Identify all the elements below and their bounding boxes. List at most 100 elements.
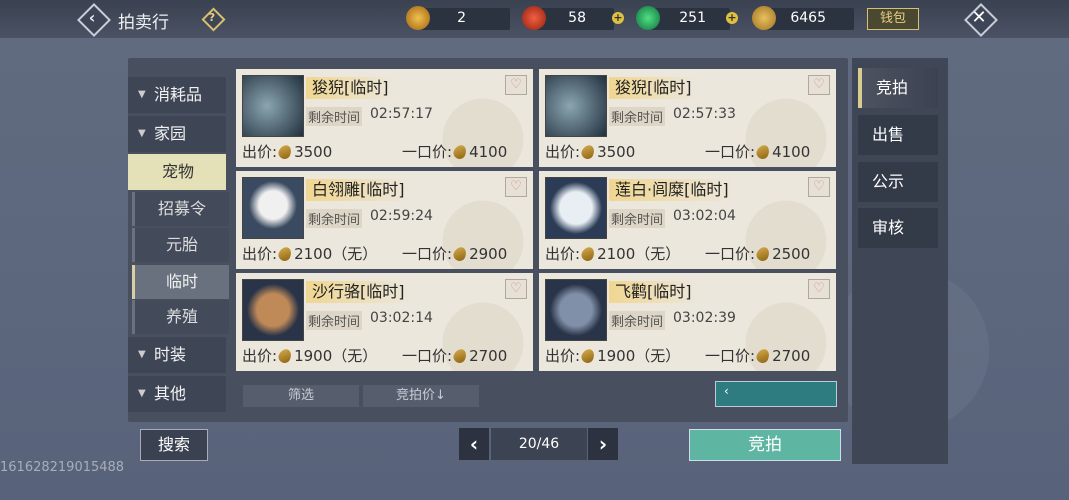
coin-icon [579, 143, 597, 161]
subcategory-breeding[interactable]: 养殖 [132, 300, 229, 334]
category-label: 消耗品 [154, 85, 203, 104]
chevron-down-icon: ▼ [138, 128, 146, 139]
tab-auction[interactable]: 竞拍 [858, 68, 938, 108]
category-label: 宠物 [162, 162, 195, 181]
listing-card[interactable]: 狻猊[临时] ♡ 剩余时间 02:57:17 出价: 3500 一口价: 4100 [236, 69, 533, 167]
coin-icon [451, 143, 469, 161]
chevron-down-icon: ▼ [138, 349, 146, 360]
time-label: 剩余时间 [306, 107, 363, 126]
sort-bid-price-button[interactable]: 竞拍价↓ [363, 385, 479, 407]
bid-price: 出价: 2100（无） [242, 243, 377, 264]
buyout-price: 一口价: 2500 [705, 243, 810, 264]
listing-card[interactable]: 飞鹳[临时] ♡ 剩余时间 03:02:39 出价: 1900（无） 一口价: 27… [539, 273, 836, 371]
favorite-heart-icon[interactable]: ♡ [808, 177, 830, 197]
favorite-heart-icon[interactable]: ♡ [505, 177, 527, 197]
pet-portrait-stork [545, 279, 607, 341]
subcategory-recruit[interactable]: 招募令 [132, 192, 229, 226]
buyout-price: 一口价: 2900 [402, 243, 507, 264]
coin-icon [754, 143, 772, 161]
help-button[interactable]: ? [201, 7, 226, 32]
favorite-heart-icon[interactable]: ♡ [808, 279, 830, 299]
buyout-label: 一口价: [402, 347, 453, 365]
jade-icon [636, 6, 660, 30]
resource-value: 251 [679, 10, 706, 26]
listing-card[interactable]: 白翎雕[临时] ♡ 剩余时间 02:59:24 出价: 2100（无） 一口价: 2… [236, 171, 533, 269]
filter-button[interactable]: 筛选 [243, 385, 359, 407]
listing-card[interactable]: 沙行骆[临时] ♡ 剩余时间 03:02:14 出价: 1900（无） 一口价: 2… [236, 273, 533, 371]
bid-price: 出价: 1900（无） [545, 345, 680, 366]
close-icon: ✕ [971, 7, 987, 28]
buyout-label: 一口价: [705, 347, 756, 365]
time-label: 剩余时间 [609, 311, 666, 330]
category-pets[interactable]: 宠物 [128, 154, 226, 190]
favorite-heart-icon[interactable]: ♡ [808, 75, 830, 95]
add-red-orb-button[interactable]: + [612, 12, 624, 24]
coin-icon [579, 245, 597, 263]
buyout-value: 2700 [772, 347, 811, 365]
category-label: 家园 [154, 124, 187, 143]
chevron-right-icon: › [598, 432, 608, 456]
subcategory-embryo[interactable]: 元胎 [132, 228, 229, 262]
bid-label: 出价: [242, 245, 278, 263]
time-remaining: 03:02:04 [673, 208, 736, 224]
prev-page-button[interactable]: ‹ [459, 428, 489, 460]
wallet-button[interactable]: 钱包 [867, 8, 919, 30]
next-page-button[interactable]: › [588, 428, 618, 460]
pet-name: 狻猊[临时] [306, 77, 395, 99]
search-button[interactable]: 搜索 [140, 429, 208, 461]
chevron-down-icon: ▼ [138, 89, 146, 100]
buyout-value: 2500 [772, 245, 811, 263]
category-fashion[interactable]: ▼ 时装 [128, 337, 226, 373]
category-home[interactable]: ▼ 家园 [128, 116, 226, 152]
tab-public[interactable]: 公示 [858, 162, 938, 202]
pet-portrait-deer [545, 177, 607, 239]
question-icon: ? [208, 11, 216, 24]
buyout-label: 一口价: [705, 245, 756, 263]
time-remaining: 03:02:39 [673, 310, 736, 326]
category-consumables[interactable]: ▼ 消耗品 [128, 77, 226, 113]
category-other[interactable]: ▼ 其他 [128, 376, 226, 412]
chevron-left-icon: ‹ [724, 384, 729, 398]
close-button[interactable]: ✕ [964, 3, 998, 37]
resource-value: 58 [568, 10, 586, 26]
page-title: 拍卖行 [118, 13, 169, 33]
category-label: 其他 [154, 384, 187, 403]
bid-label: 出价: [242, 347, 278, 365]
coin-icon [579, 347, 597, 365]
bid-value: 3500 [597, 143, 636, 161]
bid-button[interactable]: 竞拍 [689, 429, 841, 461]
resource-jade: 251 [636, 6, 730, 30]
bid-label: 出价: [242, 143, 278, 161]
tab-sell[interactable]: 出售 [858, 115, 938, 155]
subcategory-temporary[interactable]: 临时 [132, 265, 229, 299]
add-jade-button[interactable]: + [726, 12, 738, 24]
bid-value: 2100（无） [294, 245, 378, 263]
page-indicator: 20/46 [491, 428, 587, 460]
time-remaining: 02:57:17 [370, 106, 433, 122]
favorite-heart-icon[interactable]: ♡ [505, 75, 527, 95]
bid-price: 出价: 1900（无） [242, 345, 377, 366]
bid-label: 出价: [545, 143, 581, 161]
listing-card[interactable]: 狻猊[临时] ♡ 剩余时间 02:57:33 出价: 3500 一口价: 4100 [539, 69, 836, 167]
listing-card[interactable]: 莲白·闾糜[临时] ♡ 剩余时间 03:02:04 出价: 2100（无） 一口价… [539, 171, 836, 269]
favorite-heart-icon[interactable]: ♡ [505, 279, 527, 299]
bid-label: 出价: [545, 245, 581, 263]
pet-name: 狻猊[临时] [609, 77, 698, 99]
back-button[interactable]: ‹ [77, 3, 111, 37]
tab-review[interactable]: 审核 [858, 208, 938, 248]
pet-name: 白翎雕[临时] [306, 179, 411, 201]
buyout-value: 2900 [469, 245, 508, 263]
bid-price: 出价: 3500 [242, 141, 332, 162]
buyout-value: 4100 [469, 143, 508, 161]
pet-portrait-lion [545, 75, 607, 137]
coin-icon [752, 6, 776, 30]
buyout-label: 一口价: [402, 245, 453, 263]
pet-name: 飞鹳[临时] [609, 281, 698, 303]
scroll-slider[interactable]: ‹ [715, 381, 837, 407]
bid-value: 2100（无） [597, 245, 681, 263]
category-label: 时装 [154, 345, 187, 364]
resource-value: 6465 [790, 10, 826, 26]
pet-portrait-eagle [242, 177, 304, 239]
buyout-value: 4100 [772, 143, 811, 161]
pet-name: 莲白·闾糜[临时] [609, 179, 735, 201]
